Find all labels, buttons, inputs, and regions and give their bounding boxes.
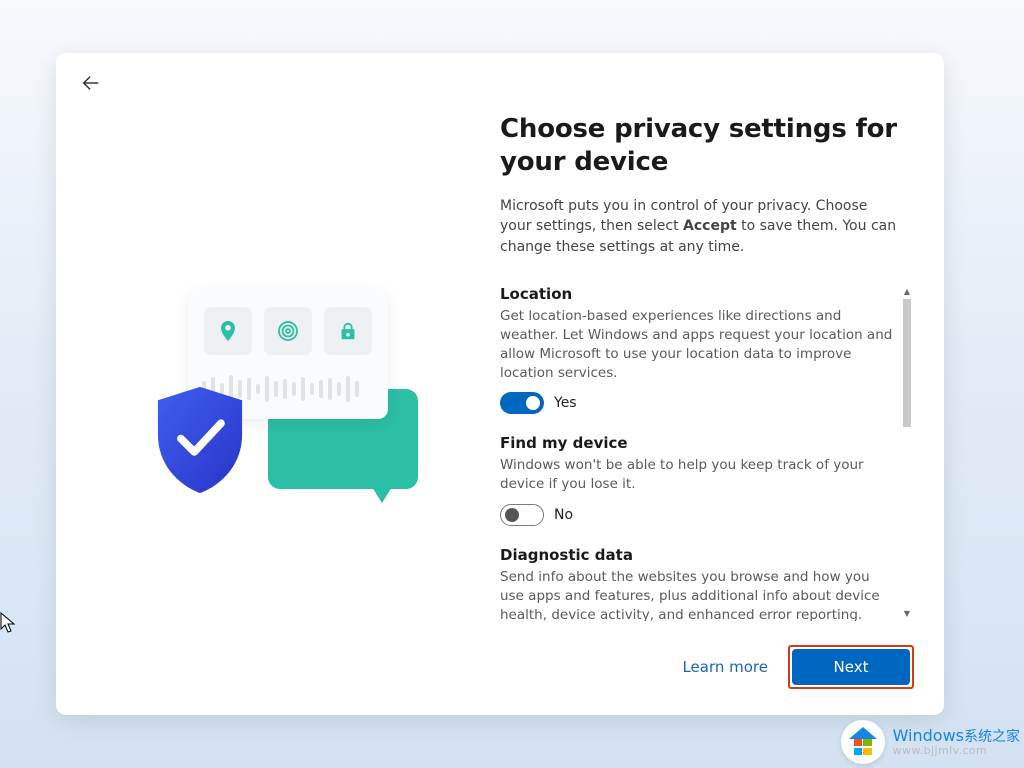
location-pin-icon	[204, 307, 252, 355]
chevron-up-icon[interactable]: ▲	[900, 285, 914, 299]
watermark-text: Windows系统之家 www.bjjmlv.com	[893, 727, 1020, 757]
scroll-track[interactable]: ▲ ▼	[900, 285, 914, 621]
watermark: Windows系统之家 www.bjjmlv.com	[841, 720, 1020, 764]
setting-location: Location Get location-based experiences …	[500, 285, 896, 415]
back-arrow-icon	[80, 72, 102, 94]
intro-bold: Accept	[683, 218, 737, 234]
setting-diagnostic-title: Diagnostic data	[500, 546, 896, 564]
next-button[interactable]: Next	[792, 649, 910, 685]
setting-find-my-device-title: Find my device	[500, 434, 896, 452]
intro-text: Microsoft puts you in control of your pr…	[500, 196, 914, 257]
watermark-line1-en: Windows	[893, 726, 964, 745]
oobe-card: Choose privacy settings for your device …	[56, 53, 944, 715]
cursor-icon	[0, 612, 18, 636]
setting-diagnostic-desc: Send info about the websites you browse …	[500, 568, 896, 621]
watermark-line1-cn: 系统之家	[964, 729, 1020, 745]
setting-find-my-device-toggle[interactable]	[500, 504, 544, 526]
setting-location-title: Location	[500, 285, 896, 303]
scroll-thumb[interactable]	[903, 299, 911, 427]
setting-location-toggle[interactable]	[500, 392, 544, 414]
setting-location-desc: Get location-based experiences like dire…	[500, 307, 896, 383]
illustration-pane	[56, 53, 500, 715]
back-button[interactable]	[78, 70, 104, 96]
shield-check-icon	[152, 385, 248, 495]
page-title: Choose privacy settings for your device	[500, 113, 914, 178]
privacy-illustration	[148, 289, 408, 519]
setting-location-state: Yes	[554, 395, 577, 411]
content-pane: Choose privacy settings for your device …	[500, 53, 944, 715]
learn-more-link[interactable]: Learn more	[682, 658, 768, 676]
watermark-line2: www.bjjmlv.com	[893, 745, 1020, 757]
fingerprint-icon	[264, 307, 312, 355]
watermark-logo-icon	[841, 720, 885, 764]
setting-find-my-device: Find my device Windows won't be able to …	[500, 434, 896, 526]
footer-actions: Learn more Next	[682, 645, 914, 689]
setting-find-my-device-state: No	[554, 507, 573, 523]
chevron-down-icon[interactable]: ▼	[900, 607, 914, 621]
lock-icon	[324, 307, 372, 355]
next-button-highlight: Next	[788, 645, 914, 689]
setting-find-my-device-desc: Windows won't be able to help you keep t…	[500, 456, 896, 494]
setting-diagnostic-data: Diagnostic data Send info about the webs…	[500, 546, 896, 621]
settings-scroll-area: Location Get location-based experiences …	[500, 285, 914, 621]
